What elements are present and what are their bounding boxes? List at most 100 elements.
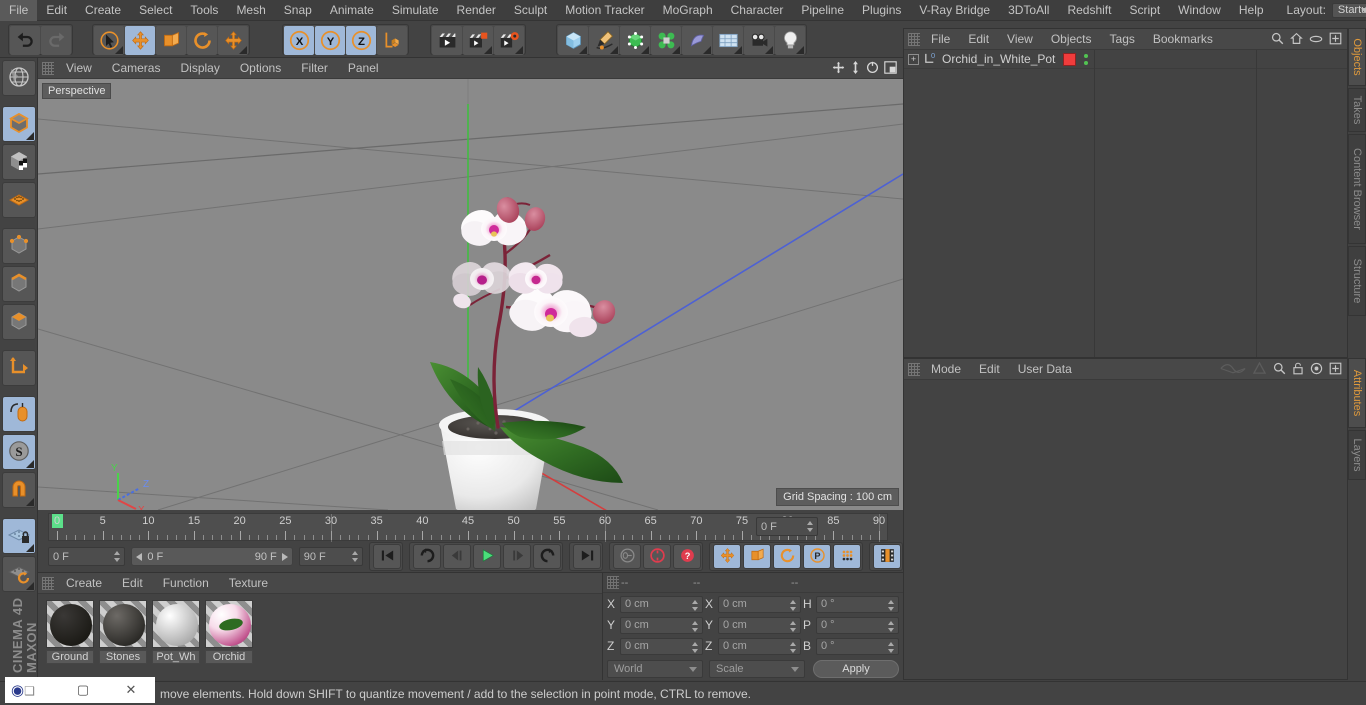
coordinate-spinner[interactable] [888,599,895,612]
viewport-nav-icons[interactable] [832,61,897,74]
object-menu-view[interactable]: View [998,29,1042,50]
material-menu-function[interactable]: Function [153,573,219,594]
viewport-menu-filter[interactable]: Filter [291,58,338,79]
coordinate-field-position-z[interactable]: 0 cm [620,637,703,655]
material-preview-sphere[interactable] [152,600,200,648]
flyout-corner-icon[interactable] [115,46,123,54]
add-cube-button[interactable] [558,26,588,55]
step-forward-button[interactable] [503,544,531,569]
soft-selection-button[interactable]: S [2,434,36,470]
material-item-ground[interactable]: Ground [46,600,94,664]
menu-select[interactable]: Select [130,0,181,21]
flyout-corner-icon[interactable] [610,46,618,54]
menu-plugins[interactable]: Plugins [853,0,910,21]
viewport-3d-canvas[interactable]: Perspective Grid Spacing : 100 cm Y Z X [38,79,903,510]
menu-snap[interactable]: Snap [275,0,321,21]
close-window-button[interactable]: ✕ [107,682,155,698]
material-menu-edit[interactable]: Edit [112,573,153,594]
coordinate-space-dropdown[interactable]: World [607,660,703,678]
scale-tool-button[interactable] [156,26,186,55]
visibility-dots[interactable] [1084,53,1089,65]
uv-mesh-button[interactable] [2,182,36,218]
flyout-corner-icon[interactable] [26,460,34,468]
menu-motion-tracker[interactable]: Motion Tracker [556,0,653,21]
coordinate-spinner[interactable] [692,599,699,612]
material-item-pot_wh[interactable]: Pot_Wh [152,600,200,664]
add-mograph-button[interactable] [651,26,681,55]
flyout-corner-icon[interactable] [734,46,742,54]
add-scene-object-button[interactable] [713,26,743,55]
lock-y-button[interactable]: Y [315,26,345,55]
go-to-end-button[interactable] [573,544,601,569]
current-frame-field[interactable]: 0 F [48,547,126,566]
object-tree[interactable]: + 0 Orchid_in_White_Pot [904,50,1347,357]
end-frame-field[interactable]: 0 F [756,517,818,536]
add-camera-button[interactable] [744,26,774,55]
menu-pipeline[interactable]: Pipeline [792,0,853,21]
coordinate-mode-dropdown[interactable]: Scale [709,660,805,678]
menu-mograph[interactable]: MoGraph [654,0,722,21]
play-forward-loop-button[interactable] [533,544,561,569]
menu-script[interactable]: Script [1120,0,1169,21]
panel-grip-handle[interactable] [42,576,54,590]
panel-grip-handle[interactable] [42,61,54,75]
lock-z-button[interactable]: Z [346,26,376,55]
viewport-menu-display[interactable]: Display [170,58,229,79]
autokeying-button[interactable] [643,544,671,569]
coordinate-field-size-z[interactable]: 0 cm [718,637,801,655]
move-tool-button[interactable] [125,26,155,55]
object-menu-tags[interactable]: Tags [1101,29,1144,50]
go-to-start-button[interactable] [373,544,401,569]
record-active-objects-button[interactable] [613,544,641,569]
coordinate-spinner[interactable] [692,620,699,633]
current-frame-spinner[interactable] [114,551,121,563]
side-tab-takes[interactable]: Takes [1348,88,1366,132]
render-settings-button[interactable] [494,26,524,55]
coordinate-field-size-y[interactable]: 0 cm [718,616,801,634]
object-menu-objects[interactable]: Objects [1042,29,1101,50]
menu-render[interactable]: Render [448,0,505,21]
menu-edit[interactable]: Edit [37,0,76,21]
add-nurbs-button[interactable] [620,26,650,55]
object-menu-edit[interactable]: Edit [959,29,998,50]
play-button[interactable] [473,544,501,569]
points-mode-button[interactable] [2,228,36,264]
coordinate-spinner[interactable] [888,620,895,633]
coordinate-spinner[interactable] [888,641,895,654]
material-menu-create[interactable]: Create [56,573,112,594]
menu-redshift[interactable]: Redshift [1058,0,1120,21]
viewport-menu-panel[interactable]: Panel [338,58,389,79]
param-key-button[interactable]: P [803,544,831,569]
world-object-axis-button[interactable] [377,26,407,55]
enable-snapping-button[interactable] [2,396,36,432]
make-editable-button[interactable] [2,60,36,96]
flyout-corner-icon[interactable] [26,544,34,552]
viewport-menu-options[interactable]: Options [230,58,291,79]
object-row-orchid[interactable]: + 0 Orchid_in_White_Pot [904,50,1347,69]
coordinate-spinner[interactable] [692,641,699,654]
side-tab-attributes[interactable]: Attributes [1348,358,1366,428]
layout-dropdown[interactable]: Startup [1331,2,1366,18]
position-key-button[interactable] [713,544,741,569]
add-deformer-button[interactable] [682,26,712,55]
flyout-corner-icon[interactable] [239,46,247,54]
render-view-button[interactable] [432,26,462,55]
object-menu-file[interactable]: File [922,29,959,50]
material-preview-sphere[interactable] [46,600,94,648]
flyout-corner-icon[interactable] [765,46,773,54]
side-tab-content-browser[interactable]: Content Browser [1348,134,1366,244]
side-tab-structure[interactable]: Structure [1348,246,1366,316]
attributes-menu-edit[interactable]: Edit [970,359,1009,380]
material-preview-sphere[interactable] [99,600,147,648]
apply-button[interactable]: Apply [813,660,899,678]
maximize-window-button[interactable]: ▢ [59,682,107,698]
preview-range-bar[interactable]: 0 F 90 F [131,547,293,566]
material-menu-texture[interactable]: Texture [219,573,278,594]
select-tool-button[interactable] [94,26,124,55]
menu-character[interactable]: Character [722,0,793,21]
flyout-corner-icon[interactable] [515,46,523,54]
coordinate-field-rotation-h[interactable]: 0 ° [816,595,899,613]
flyout-corner-icon[interactable] [579,46,587,54]
model-mode-button[interactable] [2,106,36,142]
panel-grip-handle[interactable] [908,362,920,376]
